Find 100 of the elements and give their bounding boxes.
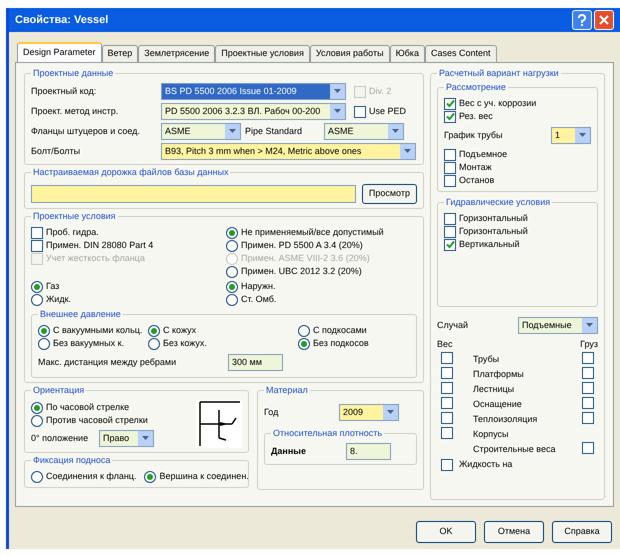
radio-label: С кожух	[163, 324, 196, 337]
tab[interactable]: Юбка	[390, 45, 425, 62]
tab[interactable]: Землетрясение	[138, 45, 216, 62]
checkbox-label: Жидкость на	[459, 458, 512, 472]
dropdown[interactable]: B93, Pitch 3 mm when > M24, Metric above ones	[161, 143, 416, 160]
field-label: Случай	[437, 318, 468, 332]
checkbox[interactable]	[441, 412, 453, 424]
dropdown[interactable]: 2009	[339, 404, 399, 421]
orientation-diagram-drawing	[196, 400, 242, 448]
radio-button[interactable]	[38, 324, 50, 336]
checkbox-label: Трубы	[473, 353, 500, 366]
checkbox-label: Лестницы	[473, 383, 516, 396]
checkbox[interactable]	[582, 382, 594, 394]
input-field[interactable]	[31, 185, 356, 203]
checkbox[interactable]	[444, 174, 456, 186]
close-icon[interactable]	[594, 10, 614, 30]
dropdown[interactable]: BS PD 5500 2006 Issue 01-2009	[161, 83, 346, 100]
checkbox[interactable]	[354, 106, 366, 118]
checkbox[interactable]	[582, 442, 594, 454]
checkbox-label: Теплоизоляция	[473, 413, 538, 426]
checkbox[interactable]	[441, 459, 453, 471]
group-title: Внешнее давление	[38, 308, 123, 322]
dropdown[interactable]: PD 5500 2006 3.2.3 ВЛ. Рабоч 00-200	[161, 103, 346, 120]
field-label: Pipe Standard	[245, 124, 304, 138]
radio-button[interactable]	[31, 402, 43, 414]
checkbox[interactable]	[441, 352, 453, 364]
radio-label: С подкосами	[313, 324, 367, 337]
radio-button[interactable]	[31, 470, 43, 482]
tab[interactable]: Проектные условия	[215, 45, 310, 62]
checkbox[interactable]	[582, 396, 594, 409]
checkbox[interactable]	[444, 212, 456, 224]
browse-button[interactable]: Просмотр	[362, 184, 417, 204]
checkbox-label: Рез. вес	[459, 110, 493, 123]
checkbox[interactable]	[444, 226, 456, 238]
group-title: Проектные данные	[31, 67, 116, 80]
dropdown[interactable]: Право	[99, 430, 154, 447]
radio-button[interactable]	[226, 240, 238, 252]
dialog-button[interactable]: OK	[416, 521, 476, 543]
tab[interactable]: Условия работы	[310, 45, 390, 62]
checkbox[interactable]	[444, 110, 456, 122]
radio-button[interactable]	[148, 324, 160, 336]
radio-button[interactable]	[148, 338, 160, 350]
group-title: Материал	[264, 384, 310, 398]
checkbox-label: Корпусы	[473, 428, 510, 442]
tab[interactable]: Ветер	[102, 45, 138, 62]
radio-button[interactable]	[298, 324, 310, 336]
checkbox-label: Горизонтальный	[459, 224, 528, 238]
window-title: Свойства: Vessel	[15, 12, 108, 28]
radio-button[interactable]	[144, 470, 156, 482]
radio-label: Наружн.	[241, 280, 276, 293]
dropdown[interactable]: ASME	[161, 123, 241, 140]
input-field[interactable]: 300 мм	[228, 354, 283, 371]
checkbox[interactable]	[444, 162, 456, 174]
radio-label: Соединения к фланц.	[46, 470, 136, 483]
checkbox-label: Подъемное	[459, 148, 508, 161]
field-label: График трубы	[444, 128, 502, 142]
checkbox[interactable]	[582, 366, 594, 379]
checkbox[interactable]	[441, 382, 453, 394]
column-header: Вес	[437, 338, 453, 351]
radio-label: Без кожух.	[163, 336, 207, 350]
radio-label: Против часовой стрелки	[46, 414, 148, 427]
dropdown[interactable]: 1	[551, 127, 591, 144]
radio-button[interactable]	[31, 294, 43, 306]
group-title: Рассмотрение	[444, 81, 508, 94]
checkbox[interactable]	[582, 412, 594, 424]
checkbox-label: Div. 2	[369, 84, 392, 98]
radio-button[interactable]	[226, 226, 238, 238]
radio-button[interactable]	[31, 414, 43, 426]
checkbox-label: Останов	[459, 174, 494, 187]
checkbox[interactable]	[31, 240, 43, 252]
checkbox[interactable]	[441, 426, 453, 439]
input-field[interactable]: 8.	[346, 443, 391, 460]
field-label: Макс. дистанция между ребрами	[38, 356, 178, 369]
tab[interactable]: Design Parameter	[17, 42, 102, 62]
checkbox[interactable]	[444, 148, 456, 160]
radio-button[interactable]	[298, 338, 310, 350]
radio-button[interactable]	[226, 294, 238, 306]
checkbox[interactable]	[582, 352, 594, 364]
radio-button[interactable]	[31, 280, 43, 292]
checkbox-label: Вес с уч. коррозии	[459, 96, 536, 110]
field-label: Проект. метод инстр.	[31, 104, 120, 118]
help-icon[interactable]	[572, 10, 592, 30]
dropdown[interactable]: Подъемные	[518, 317, 598, 334]
dropdown[interactable]: ASME	[324, 123, 404, 140]
dialog-button[interactable]: Отмена	[484, 521, 544, 543]
checkbox[interactable]	[444, 98, 456, 110]
tab[interactable]: Cases Content	[424, 45, 496, 62]
checkbox[interactable]	[441, 366, 453, 379]
field-label: Фланцы штуцеров и соед.	[31, 124, 141, 138]
field-label: 0° положение	[31, 432, 90, 445]
field-label: Год	[264, 406, 280, 419]
field-label: Данные	[271, 444, 307, 458]
radio-button[interactable]	[226, 280, 238, 292]
radio-label: Жидк.	[46, 292, 72, 306]
checkbox[interactable]	[444, 238, 456, 250]
radio-button[interactable]	[226, 266, 238, 278]
checkbox[interactable]	[31, 226, 43, 238]
radio-button[interactable]	[38, 338, 50, 350]
checkbox[interactable]	[441, 396, 453, 409]
dialog-button[interactable]: Справка	[552, 521, 612, 543]
